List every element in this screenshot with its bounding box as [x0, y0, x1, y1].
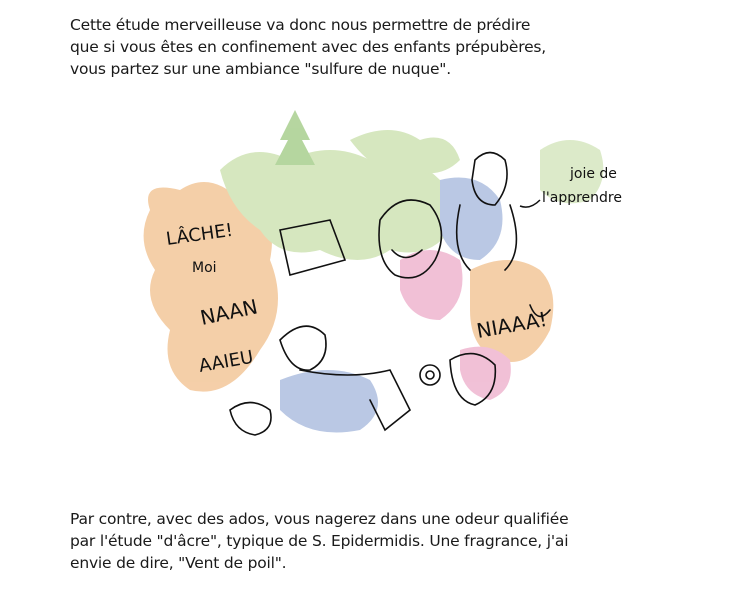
intro-paragraph: Cette étude merveilleuse va donc nous pe…: [70, 14, 546, 80]
intro-line: que si vous êtes en confinement avec des…: [70, 38, 547, 56]
outro-line: par l'étude "d'âcre", typique de S. Epid…: [70, 532, 569, 550]
annotation-arrow: [519, 199, 541, 208]
outro-paragraph: Par contre, avec des ados, vous nagerez …: [70, 508, 569, 574]
annotation-text: joie de: [569, 166, 617, 182]
intro-line: vous partez sur une ambiance "sulfure de…: [70, 60, 451, 78]
shout-text: Moi: [192, 260, 217, 276]
outro-line: Par contre, avec des ados, vous nagerez …: [70, 510, 569, 528]
intro-line: Cette étude merveilleuse va donc nous pe…: [70, 16, 531, 34]
outro-line: envie de dire, "Vent de poil".: [70, 554, 287, 572]
annotation-text: l'apprendre: [542, 190, 622, 206]
comic-illustration: LÂCHE! Moi NAAN AAIEU NIAAA! joie de l'a…: [143, 110, 622, 436]
